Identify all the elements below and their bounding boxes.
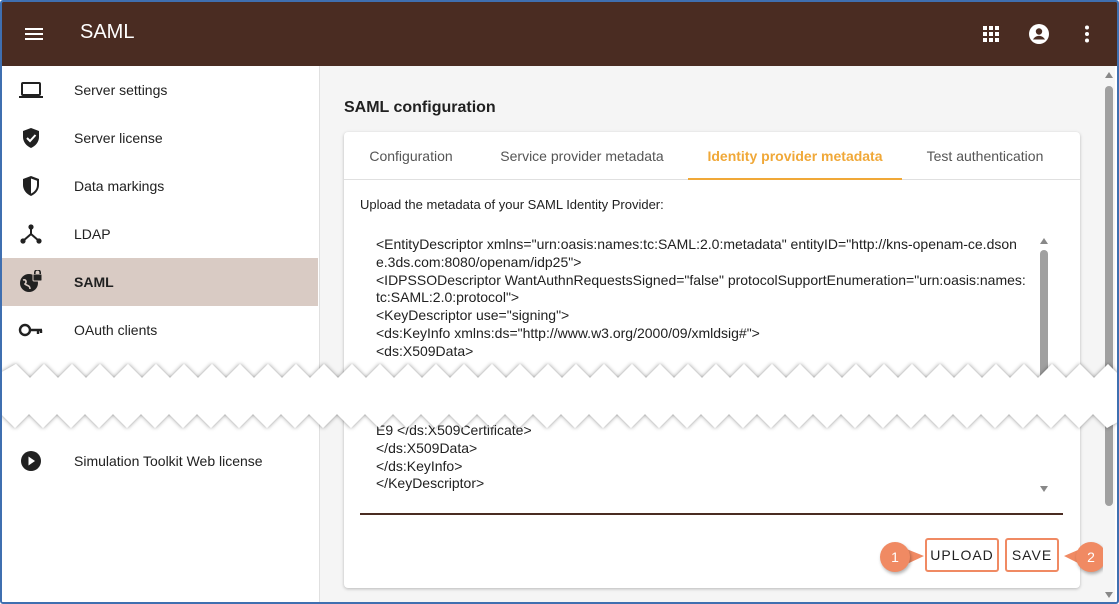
textarea-scroll-down[interactable] <box>1040 486 1048 492</box>
tab-test-authentication[interactable]: Test authentication <box>902 132 1068 180</box>
page-scroll-up[interactable] <box>1105 72 1113 78</box>
upload-instructions: Upload the metadata of your SAML Identit… <box>360 197 664 212</box>
account-circle-icon[interactable] <box>1027 22 1051 46</box>
sidebar-item-label: LDAP <box>74 226 111 242</box>
menu-icon[interactable] <box>22 22 46 46</box>
network-icon <box>20 224 42 244</box>
globe-lock-icon <box>20 270 43 292</box>
sidebar-item-simulation-toolkit-web-license[interactable]: Simulation Toolkit Web license <box>2 437 318 485</box>
textarea-scroll-up[interactable] <box>1040 238 1048 244</box>
sidebar-item-data-markings[interactable]: Data markings <box>2 162 318 210</box>
tab-service-provider-metadata[interactable]: Service provider metadata <box>478 132 686 180</box>
save-button[interactable]: SAVE <box>1005 538 1059 572</box>
sidebar-item-server-license[interactable]: Server license <box>2 114 318 162</box>
sidebar-item-label: Simulation Toolkit Web license <box>74 453 263 469</box>
metadata-text-top: <EntityDescriptor xmlns="urn:oasis:names… <box>376 236 1026 359</box>
upload-button[interactable]: UPLOAD <box>925 538 999 572</box>
sidebar-item-label: OAuth clients <box>74 322 158 338</box>
app-bar: SAML <box>2 2 1117 66</box>
main-content: SAML configuration Configuration Service… <box>320 66 1106 602</box>
sidebar-item-oauth-clients[interactable]: OAuth clients <box>2 306 318 354</box>
tab-identity-provider-metadata[interactable]: Identity provider metadata <box>688 132 902 180</box>
sidebar: Server settings Server license Data mark… <box>2 66 320 602</box>
callout-badge-1: 1 <box>880 542 910 572</box>
callout-badge-2: 2 <box>1076 542 1106 572</box>
page-title: SAML configuration <box>344 99 496 116</box>
play-circle-icon <box>21 451 41 471</box>
page-scroll-down[interactable] <box>1105 592 1113 598</box>
tab-bar: Configuration Service provider metadata … <box>344 132 1080 180</box>
app-window: SAML Server settings Server license Data… <box>0 0 1119 604</box>
sidebar-item-label: Server license <box>74 130 163 146</box>
page-scrollbar[interactable] <box>1103 66 1115 602</box>
sidebar-item-label: Server settings <box>74 82 168 98</box>
app-title: SAML <box>80 21 135 43</box>
more-vert-icon[interactable] <box>1075 22 1099 46</box>
apps-grid-icon[interactable] <box>979 22 1003 46</box>
shield-check-icon <box>23 128 39 148</box>
page-scrollbar-thumb[interactable] <box>1105 86 1113 506</box>
sidebar-item-saml[interactable]: SAML <box>2 258 318 306</box>
laptop-icon <box>19 82 43 98</box>
sidebar-item-label: SAML <box>74 274 114 290</box>
torn-edge-break <box>2 364 1117 428</box>
key-icon <box>18 323 43 337</box>
sidebar-item-server-settings[interactable]: Server settings <box>2 66 318 114</box>
shield-half-icon <box>23 176 39 196</box>
tab-configuration[interactable]: Configuration <box>344 132 478 180</box>
sidebar-item-label: Data markings <box>74 178 165 194</box>
sidebar-item-ldap[interactable]: LDAP <box>2 210 318 258</box>
